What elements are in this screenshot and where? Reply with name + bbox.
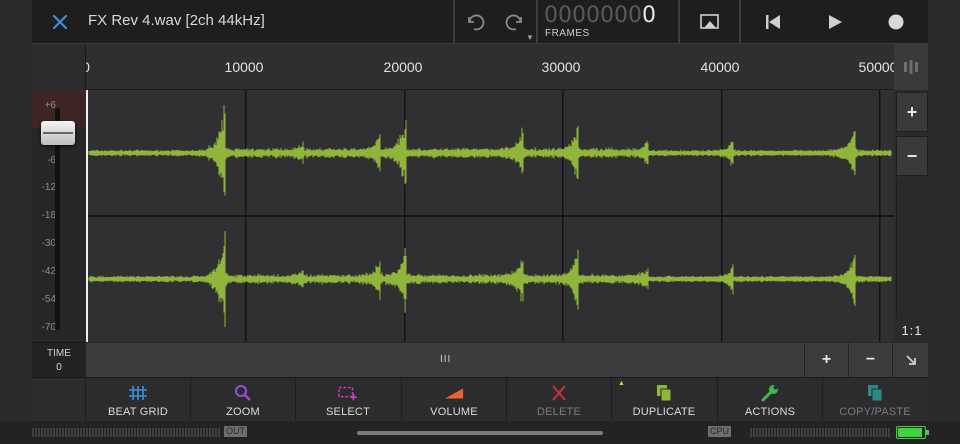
tool-label: COPY/PASTE bbox=[839, 406, 911, 418]
split-view-button[interactable] bbox=[894, 44, 928, 90]
frame-counter: 00000000 bbox=[544, 3, 656, 28]
battery-icon bbox=[896, 426, 929, 439]
frames-unit-label: FRAMES bbox=[545, 28, 590, 39]
time-label: TIME bbox=[47, 348, 71, 359]
ruler-tick-label: 0 bbox=[86, 59, 90, 75]
db-label: -54 bbox=[41, 294, 56, 305]
undo-icon bbox=[468, 14, 485, 31]
tool-label: BEAT GRID bbox=[107, 406, 169, 418]
minus-icon: − bbox=[906, 145, 918, 166]
toolbar-divider bbox=[453, 0, 455, 44]
redo-history-caret-icon[interactable]: ▼ bbox=[526, 33, 534, 42]
home-indicator[interactable] bbox=[357, 431, 603, 435]
volume-icon bbox=[444, 388, 464, 399]
top-bar: FX Rev 4.wav [2ch 44kHz] ▼ 00000000 FRAM… bbox=[32, 0, 928, 44]
db-label: +6 bbox=[44, 100, 56, 111]
copy-paste-icon bbox=[868, 385, 883, 402]
ruler-tick-label: 20000 bbox=[383, 59, 423, 75]
loop-region-icon bbox=[700, 14, 719, 29]
expand-arrow-icon bbox=[905, 355, 916, 365]
close-icon bbox=[52, 14, 68, 30]
volume-fader-knob[interactable] bbox=[41, 121, 75, 145]
duplicate-icon bbox=[657, 385, 672, 402]
vertical-zoom-out-button[interactable]: − bbox=[896, 136, 928, 176]
loop-toggle-button[interactable] bbox=[694, 6, 726, 38]
file-title: FX Rev 4.wav [2ch 44kHz] bbox=[88, 12, 265, 29]
tool-label: DELETE bbox=[537, 406, 581, 418]
beat-grid-button[interactable]: BEAT GRID bbox=[85, 378, 190, 422]
toolbar-divider bbox=[739, 0, 741, 44]
redo-icon bbox=[505, 14, 522, 31]
db-label: -12 bbox=[41, 182, 56, 193]
time-value: 0 bbox=[56, 362, 62, 373]
ruler-corner bbox=[32, 44, 86, 90]
duplicate-button[interactable]: DUPLICATE bbox=[611, 378, 716, 422]
ruler-tick-label: 40000 bbox=[700, 59, 740, 75]
db-label: -42 bbox=[41, 266, 56, 277]
actions-icon bbox=[761, 385, 778, 402]
vertical-zoom-in-button[interactable]: + bbox=[896, 92, 928, 132]
toolbar-divider bbox=[678, 0, 680, 44]
skip-to-start-button[interactable] bbox=[757, 6, 789, 38]
play-button[interactable] bbox=[819, 6, 851, 38]
copy-paste-button[interactable]: COPY/PASTE bbox=[822, 378, 927, 422]
horizontal-zoom-out-button[interactable]: − bbox=[848, 343, 892, 377]
horizontal-zoom-in-button[interactable]: + bbox=[804, 343, 848, 377]
status-bar: OUT CPU bbox=[0, 421, 960, 444]
waveform-canvas bbox=[88, 90, 894, 342]
db-label: -70 bbox=[41, 322, 56, 333]
split-handle-icon bbox=[904, 60, 918, 74]
tool-label: VOLUME bbox=[430, 406, 478, 418]
select-icon bbox=[338, 386, 357, 401]
ruler-tick-label: 30000 bbox=[541, 59, 581, 75]
cpu-load-meter bbox=[750, 428, 890, 437]
expand-button[interactable] bbox=[892, 343, 928, 377]
tool-label: ACTIONS bbox=[744, 406, 796, 418]
db-label: -6 bbox=[47, 155, 56, 166]
tool-label: ZOOM bbox=[226, 406, 260, 418]
ruler-tick-label: 50000 bbox=[858, 59, 894, 75]
scroll-grip-icon: III bbox=[440, 354, 452, 365]
plus-icon: + bbox=[906, 101, 918, 122]
timeline-ruler[interactable]: 0 10000 20000 30000 40000 50000 bbox=[86, 44, 894, 90]
tool-label: DUPLICATE bbox=[632, 406, 696, 418]
frame-counter-value: 0 bbox=[641, 3, 656, 28]
cpu-label: CPU bbox=[708, 426, 732, 437]
minus-icon: − bbox=[865, 351, 876, 368]
actions-button[interactable]: ACTIONS bbox=[717, 378, 822, 422]
play-icon bbox=[829, 15, 842, 29]
record-icon bbox=[888, 14, 904, 30]
close-button[interactable] bbox=[46, 8, 74, 36]
skip-back-icon bbox=[766, 15, 780, 29]
output-level-meter bbox=[32, 428, 220, 437]
record-button[interactable] bbox=[880, 6, 912, 38]
tool-label: SELECT bbox=[326, 406, 370, 418]
beat-grid-icon bbox=[129, 386, 147, 400]
bottom-toolbar: BEAT GRID ZOOM SELECT VOLUME DELETE ▲ DU… bbox=[32, 377, 928, 422]
waveform-view[interactable] bbox=[86, 90, 894, 342]
time-display[interactable]: TIME 0 bbox=[32, 342, 86, 377]
delete-icon bbox=[552, 385, 566, 401]
zoom-icon bbox=[235, 385, 251, 401]
frame-counter-leading: 0000000 bbox=[544, 3, 642, 28]
horizontal-scrollbar[interactable]: III bbox=[86, 343, 804, 377]
undo-button[interactable] bbox=[458, 6, 490, 38]
select-button[interactable]: SELECT bbox=[295, 378, 400, 422]
out-label: OUT bbox=[224, 426, 247, 437]
zoom-button[interactable]: ZOOM bbox=[190, 378, 295, 422]
volume-button[interactable]: VOLUME bbox=[401, 378, 506, 422]
db-label: -30 bbox=[41, 238, 56, 249]
vertical-scroll-area[interactable] bbox=[896, 178, 928, 318]
zoom-ratio-button[interactable]: 1:1 bbox=[896, 318, 928, 342]
toolbar-divider bbox=[536, 0, 538, 44]
ruler-tick-label: 10000 bbox=[224, 59, 264, 75]
plus-icon: + bbox=[821, 351, 832, 368]
delete-button[interactable]: DELETE bbox=[506, 378, 611, 422]
db-label: -18 bbox=[41, 210, 56, 221]
